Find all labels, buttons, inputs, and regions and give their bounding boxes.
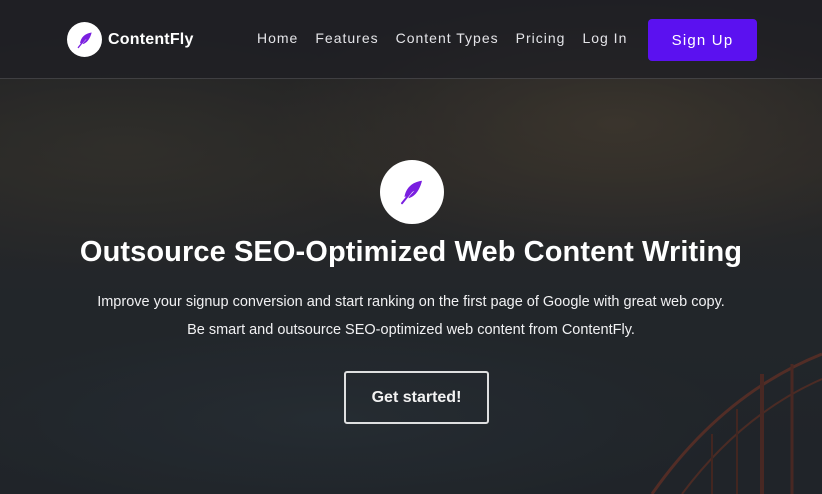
feather-icon <box>77 32 92 48</box>
top-navbar: ContentFly Home Features Content Types P… <box>0 0 822 79</box>
landing-page: ContentFly Home Features Content Types P… <box>0 0 822 494</box>
nav-link-features[interactable]: Features <box>315 30 378 46</box>
hero-subtitle-line-2: Be smart and outsource SEO-optimized web… <box>187 322 635 338</box>
sign-up-button[interactable]: Sign Up <box>648 19 757 61</box>
hero-logo-badge <box>380 160 444 224</box>
nav-link-pricing[interactable]: Pricing <box>516 30 566 46</box>
brand-logo <box>67 22 102 57</box>
hero-subtitle: Improve your signup conversion and start… <box>0 288 822 344</box>
hero-title: Outsource SEO-Optimized Web Content Writ… <box>79 236 743 268</box>
hero-subtitle-line-1: Improve your signup conversion and start… <box>97 294 725 310</box>
brand-name: ContentFly <box>108 30 194 48</box>
feather-icon <box>401 180 422 205</box>
nav-link-content-types[interactable]: Content Types <box>396 30 499 46</box>
nav-link-home[interactable]: Home <box>257 30 298 46</box>
brand-logo-link[interactable]: ContentFly <box>67 22 194 57</box>
get-started-button[interactable]: Get started! <box>344 371 489 424</box>
nav-link-log-in[interactable]: Log In <box>582 30 627 46</box>
main-nav: Home Features Content Types Pricing Log … <box>257 30 644 46</box>
